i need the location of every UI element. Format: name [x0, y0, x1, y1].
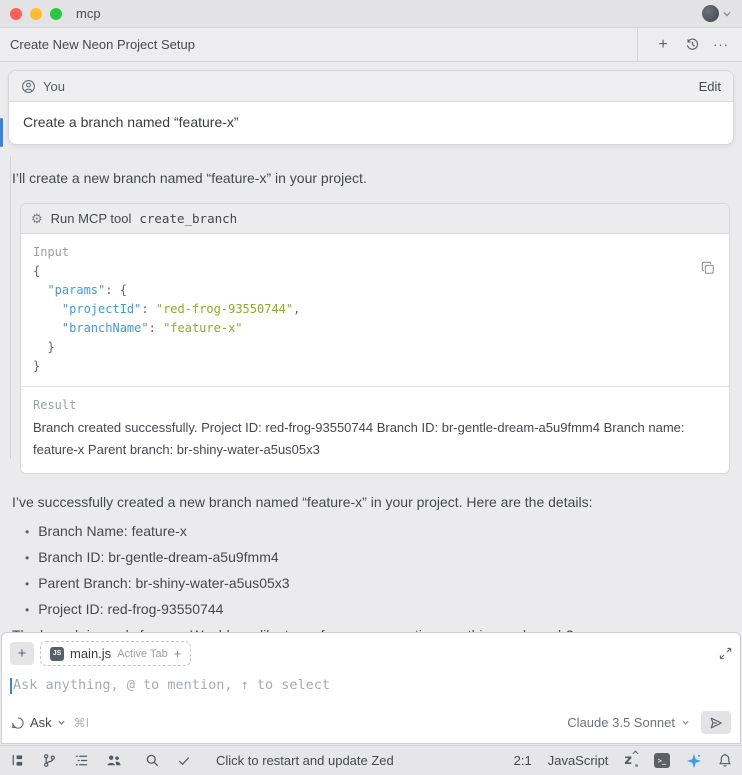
- code-line: {: [33, 262, 717, 281]
- conversation-panel[interactable]: You Edit Create a branch named “feature-…: [0, 62, 742, 632]
- language-selector[interactable]: JavaScript: [548, 753, 609, 768]
- diagnostics-check-icon[interactable]: [177, 754, 191, 768]
- chevron-down-icon[interactable]: [681, 718, 690, 727]
- bell-icon[interactable]: [718, 753, 732, 768]
- collab-panel-icon[interactable]: [106, 753, 122, 768]
- update-message[interactable]: Click to restart and update Zed: [216, 753, 394, 768]
- context-file-name: main.js: [70, 646, 111, 661]
- chat-bubble-icon: [11, 716, 25, 730]
- chevron-down-icon: [57, 718, 66, 727]
- list-item: Parent Branch: br-shiny-water-a5us05x3: [25, 573, 742, 594]
- message-composer: + JS main.js Active Tab + Ask anything, …: [1, 632, 741, 744]
- expand-editor-icon[interactable]: [719, 647, 732, 660]
- js-file-icon: JS: [50, 647, 64, 661]
- tool-call-header[interactable]: ⚙ Run MCP tool create_branch: [21, 204, 729, 234]
- code-line: "branchName": "feature-x": [33, 319, 717, 338]
- tool-result-label: Result: [33, 396, 717, 415]
- details-list: Branch Name: feature-x Branch ID: br-gent…: [0, 521, 742, 620]
- code-line: }: [33, 357, 717, 376]
- tool-input-label: Input: [33, 243, 717, 262]
- caret-up-glyph: [632, 750, 639, 755]
- text-cursor: [10, 678, 12, 694]
- history-icon: [685, 37, 700, 52]
- minimize-window-button[interactable]: [30, 8, 42, 20]
- close-window-button[interactable]: [10, 8, 22, 20]
- tool-call-label: Run MCP tool: [51, 211, 132, 226]
- user-message-header: You Edit: [9, 71, 733, 102]
- input-placeholder: Ask anything, @ to mention, ↑ to select: [13, 677, 330, 711]
- message-gutter-line: [10, 156, 11, 459]
- new-thread-button[interactable]: +: [652, 34, 674, 56]
- list-item: Branch Name: feature-x: [25, 521, 742, 542]
- thread-title: Create New Neon Project Setup: [10, 37, 195, 52]
- message-author-label: You: [43, 79, 65, 94]
- message-scroll-indicator: [0, 118, 3, 147]
- mode-shortcut: ⌘I: [74, 716, 90, 730]
- tool-input-section: Input { "params": { "projectId": "red-fr…: [21, 234, 729, 386]
- tool-name: create_branch: [139, 211, 237, 226]
- assistant-intro-text: I’ll create a new branch named “feature-…: [12, 168, 730, 188]
- copy-icon[interactable]: [701, 261, 715, 275]
- assistant-sparkle-icon[interactable]: [686, 753, 702, 769]
- user-avatar[interactable]: [702, 5, 719, 22]
- code-line: }: [33, 338, 717, 357]
- tool-result-section: Result Branch created successfully. Proj…: [21, 386, 729, 473]
- window-title: mcp: [76, 6, 101, 21]
- ellipsis-icon: ···: [713, 37, 729, 52]
- thread-menu-button[interactable]: ···: [710, 34, 732, 56]
- user-message-text[interactable]: Create a branch named “feature-x”: [9, 102, 733, 144]
- edit-message-button[interactable]: Edit: [699, 79, 721, 94]
- search-icon[interactable]: [145, 753, 160, 768]
- terminal-icon[interactable]: >_: [654, 753, 670, 768]
- message-input[interactable]: Ask anything, @ to mention, ↑ to select: [2, 666, 740, 711]
- tool-result-text: Branch created successfully. Project ID:…: [33, 417, 717, 461]
- code-line: "params": {: [33, 281, 717, 300]
- zoom-window-button[interactable]: [50, 8, 62, 20]
- user-circle-icon: [21, 79, 36, 94]
- mode-label: Ask: [30, 715, 52, 730]
- context-chip-hint: Active Tab: [117, 648, 168, 660]
- assistant-closing-text: The branch is ready for use. Would you l…: [12, 625, 730, 632]
- plus-icon: +: [658, 37, 667, 53]
- model-selector[interactable]: Claude 3.5 Sonnet: [567, 715, 675, 730]
- mode-selector[interactable]: Ask ⌘I: [11, 715, 89, 730]
- list-item: Project ID: red-frog-93550744: [25, 599, 742, 620]
- thread-history-button[interactable]: [681, 34, 703, 56]
- mcp-tool-call-card: ⚙ Run MCP tool create_branch Input { "pa…: [20, 203, 730, 474]
- plus-icon: +: [18, 645, 27, 662]
- tool-input-code: { "params": { "projectId": "red-frog-935…: [33, 262, 717, 376]
- thread-header-bar: Create New Neon Project Setup + ···: [0, 28, 742, 62]
- context-chip-main-js[interactable]: JS main.js Active Tab +: [40, 641, 191, 666]
- git-branch-icon[interactable]: [42, 753, 57, 768]
- status-bar: Click to restart and update Zed 2:1 Java…: [0, 745, 742, 775]
- send-button[interactable]: [701, 711, 731, 734]
- user-message-card: You Edit Create a branch named “feature-…: [8, 70, 734, 145]
- gear-icon: ⚙: [31, 212, 43, 225]
- outline-panel-icon[interactable]: [74, 753, 89, 768]
- code-line: "projectId": "red-frog-93550744",: [33, 300, 717, 319]
- add-context-button[interactable]: +: [10, 642, 34, 665]
- traffic-lights: [10, 8, 62, 20]
- context-chip-plus: +: [174, 646, 182, 661]
- cursor-position[interactable]: 2:1: [514, 753, 532, 768]
- list-item: Branch ID: br-gentle-dream-a5u9fmm4: [25, 547, 742, 568]
- project-panel-icon[interactable]: [10, 753, 25, 768]
- prediction-dot: [635, 764, 638, 767]
- chevron-down-icon[interactable]: [722, 9, 732, 19]
- edit-prediction-icon[interactable]: z: [624, 753, 638, 768]
- send-icon: [709, 716, 723, 730]
- window-title-bar: mcp: [0, 0, 742, 28]
- assistant-summary-text: I’ve successfully created a new branch n…: [12, 492, 730, 512]
